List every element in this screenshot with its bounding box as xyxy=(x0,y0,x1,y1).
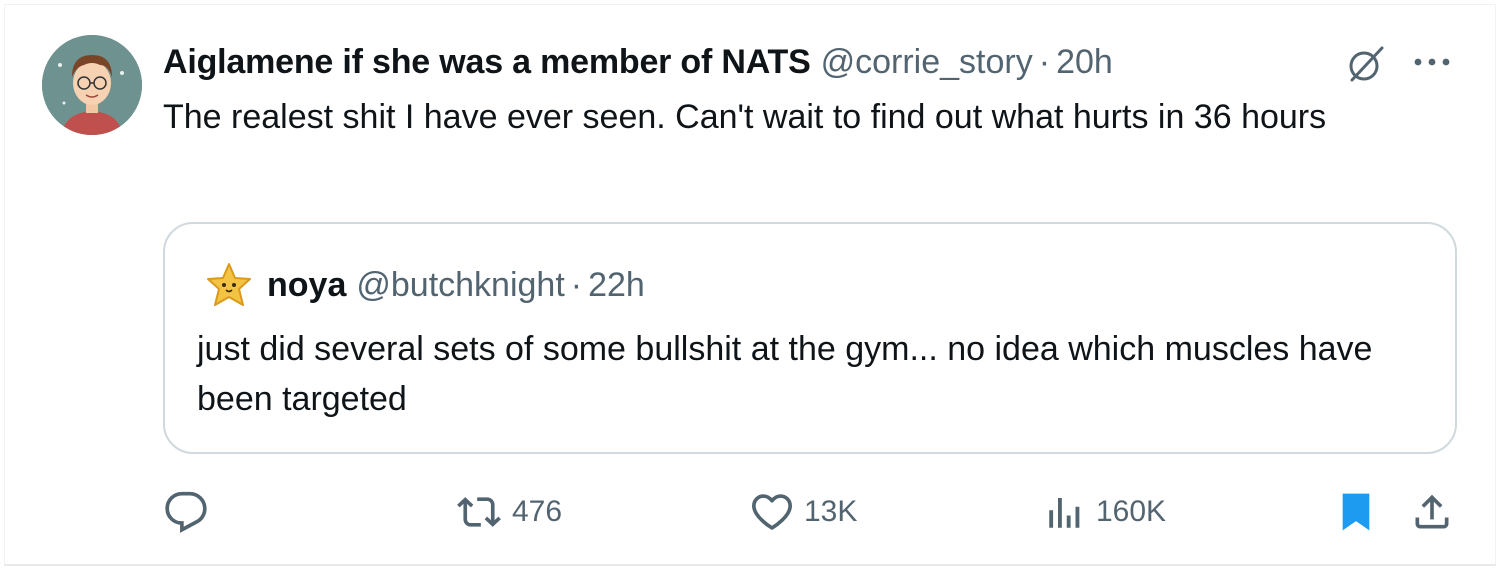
quoted-author-name[interactable]: noya xyxy=(267,266,346,305)
quoted-separator-dot: · xyxy=(570,265,583,304)
retweet-count: 476 xyxy=(512,495,563,528)
author-avatar[interactable] xyxy=(42,35,142,135)
tweet-text: The realest shit I have ever seen. Can't… xyxy=(163,98,1327,136)
grok-icon[interactable] xyxy=(1344,42,1388,86)
quoted-author-handle[interactable]: @butchknight xyxy=(356,266,564,305)
like-button[interactable]: 13K xyxy=(750,490,857,534)
tweet-header: Aiglamene if she was a member of NATS @c… xyxy=(163,40,1113,84)
author-name[interactable]: Aiglamene if she was a member of NATS xyxy=(163,43,811,82)
quoted-tweet[interactable]: noya @butchknight · 22h just did several… xyxy=(163,222,1457,454)
more-options-icon[interactable] xyxy=(1410,48,1454,76)
quoted-tweet-time[interactable]: 22h xyxy=(588,266,645,305)
like-count: 13K xyxy=(804,495,858,528)
quoted-tweet-text: just did several sets of some bullshit a… xyxy=(197,330,1373,418)
author-handle[interactable]: @corrie_story xyxy=(821,43,1033,82)
heart-icon xyxy=(752,494,792,530)
tweet-time[interactable]: 20h xyxy=(1056,43,1113,82)
star-avatar-icon[interactable] xyxy=(205,261,253,309)
reply-icon xyxy=(165,491,207,533)
share-button[interactable] xyxy=(1410,490,1454,534)
reply-button[interactable] xyxy=(164,490,208,534)
retweet-icon xyxy=(457,497,501,527)
retweet-button[interactable]: 476 xyxy=(456,490,562,534)
bookmark-icon xyxy=(1342,493,1370,531)
views-count: 160K xyxy=(1096,495,1167,528)
views-button[interactable]: 160K xyxy=(1044,490,1166,534)
bookmark-button[interactable] xyxy=(1336,490,1376,534)
quoted-tweet-header: noya @butchknight · 22h xyxy=(205,262,645,308)
share-icon xyxy=(1415,494,1449,529)
views-chart-icon xyxy=(1049,498,1080,528)
separator-dot: · xyxy=(1038,42,1051,81)
